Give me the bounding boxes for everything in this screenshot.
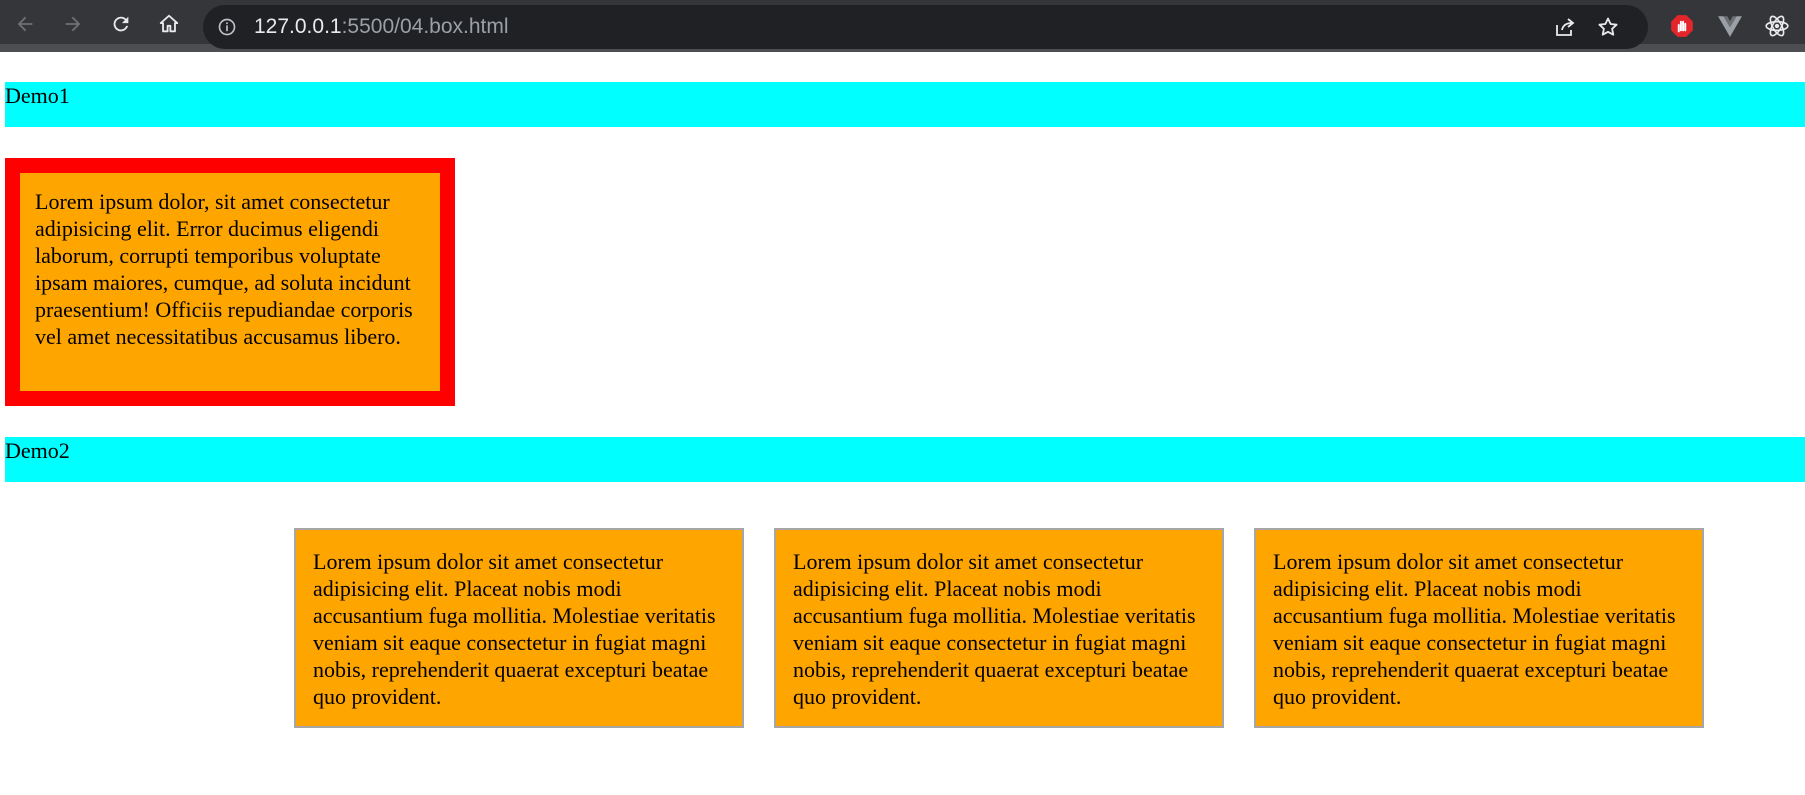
page-content: Demo1 Lorem ipsum dolor, sit amet consec…: [0, 82, 1805, 732]
url-host: 127.0.0.1: [254, 15, 342, 38]
forward-icon[interactable]: [59, 10, 87, 38]
browser-toolbar: 127.0.0.1:5500/04.box.html: [0, 0, 1805, 52]
share-icon[interactable]: [1553, 15, 1577, 39]
back-icon[interactable]: [11, 10, 39, 38]
demo2-heading: Demo2: [5, 437, 1805, 482]
address-bar[interactable]: 127.0.0.1:5500/04.box.html: [203, 5, 1648, 49]
vue-devtools-icon[interactable]: [1716, 12, 1744, 40]
demo2-section: Lorem ipsum dolor sit amet consectetur a…: [5, 482, 1805, 732]
demo2-card: Lorem ipsum dolor sit amet consectetur a…: [1254, 528, 1704, 728]
demo1-section: Lorem ipsum dolor, sit amet consectetur …: [5, 158, 1805, 406]
react-devtools-icon[interactable]: [1763, 12, 1791, 40]
demo1-box: Lorem ipsum dolor, sit amet consectetur …: [5, 158, 455, 406]
demo2-card: Lorem ipsum dolor sit amet consectetur a…: [294, 528, 744, 728]
demo2-card: Lorem ipsum dolor sit amet consectetur a…: [774, 528, 1224, 728]
demo1-heading: Demo1: [5, 82, 1805, 127]
home-icon[interactable]: [155, 10, 183, 38]
reload-icon[interactable]: [107, 10, 135, 38]
star-icon[interactable]: [1596, 15, 1620, 39]
adblock-icon[interactable]: [1668, 12, 1696, 40]
url-path: :5500/04.box.html: [341, 15, 509, 38]
info-icon[interactable]: [217, 17, 237, 37]
url-text[interactable]: 127.0.0.1:5500/04.box.html: [254, 15, 509, 39]
